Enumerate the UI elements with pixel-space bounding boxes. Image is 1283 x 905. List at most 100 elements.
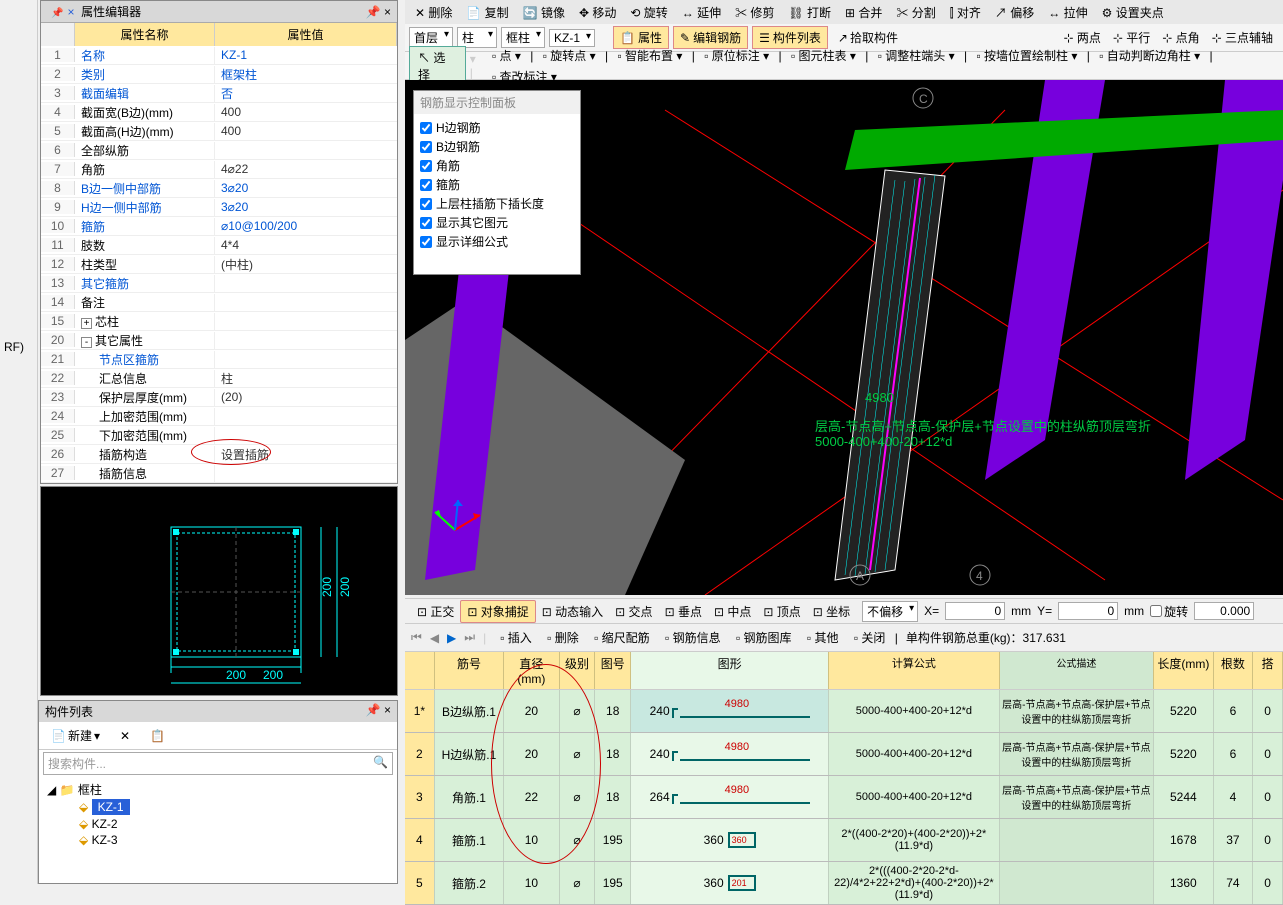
pin-icon-2[interactable]: 📌 xyxy=(366,5,381,19)
prop-row-10[interactable]: 10箍筋⌀10@100/200 xyxy=(41,217,397,236)
toolbar-分割[interactable]: ✂ 分割 xyxy=(890,2,941,23)
delete-component-button[interactable]: ✕ xyxy=(114,727,136,745)
prop-row-6[interactable]: 6全部纵筋 xyxy=(41,141,397,160)
prop-row-15[interactable]: 15+芯柱 xyxy=(41,312,397,331)
col-length[interactable]: 长度(mm) xyxy=(1154,652,1213,689)
prop-row-22[interactable]: 22汇总信息柱 xyxy=(41,369,397,388)
rebar-row-3[interactable]: 3角筋.122 ⌀18 2644980 5000-400+400-20+12*d… xyxy=(405,776,1283,819)
toolbar-对齐[interactable]: ⫿ 对齐 xyxy=(944,2,987,23)
viewport-3d[interactable]: C A 4 4980 层高-节点高+节点高-保护层+节点设置中的柱纵筋顶层弯折 … xyxy=(405,80,1283,595)
tb3-点[interactable]: ▫ 点 ▾ xyxy=(486,45,527,66)
prop-row-27[interactable]: 27插筋信息 xyxy=(41,464,397,483)
col-tuhao[interactable]: 图号 xyxy=(595,652,631,689)
prop-row-8[interactable]: 8B边一侧中部筋3⌀20 xyxy=(41,179,397,198)
x-input[interactable] xyxy=(945,602,1005,620)
pin-icon[interactable]: 📌 xyxy=(51,8,63,19)
snap-正交[interactable]: ⊡ 正交 xyxy=(411,601,460,622)
rec-插入[interactable]: ▫ 插入 xyxy=(494,627,538,648)
toolbar-移动[interactable]: ✥ 移动 xyxy=(573,2,622,23)
col-da[interactable]: 搭 xyxy=(1253,652,1283,689)
toolbar-延伸[interactable]: ↔ 延伸 xyxy=(676,2,727,23)
search-icon[interactable]: 🔍 xyxy=(373,755,388,769)
rec-缩尺配筋[interactable]: ▫ 缩尺配筋 xyxy=(588,627,656,648)
tree-root[interactable]: ◢ 📁 框柱 xyxy=(47,781,389,798)
prop-row-3[interactable]: 3截面编辑否 xyxy=(41,84,397,103)
rebar-opt[interactable]: 上层柱插筋下插长度 xyxy=(420,194,574,213)
prop-row-20[interactable]: 20-其它属性 xyxy=(41,331,397,350)
rebar-opt[interactable]: 显示详细公式 xyxy=(420,232,574,251)
prop-row-7[interactable]: 7角筋4⌀22 xyxy=(41,160,397,179)
tb3-调整柱端头[interactable]: ▫ 调整柱端头 ▾ xyxy=(872,45,961,66)
rec-关闭[interactable]: ▫ 关闭 xyxy=(848,627,892,648)
tb3-原位标注[interactable]: ▫ 原位标注 ▾ xyxy=(698,45,775,66)
toolbar-拉伸[interactable]: ↔ 拉伸 xyxy=(1042,2,1093,23)
toolbar-复制[interactable]: 📄 复制 xyxy=(460,2,514,23)
tree-item-kz2[interactable]: ⬙ KZ-2 xyxy=(63,816,389,832)
prev-icon[interactable]: ◀ xyxy=(430,631,439,645)
snap-垂点[interactable]: ⊡ 垂点 xyxy=(659,601,708,622)
snap-坐标[interactable]: ⊡ 坐标 xyxy=(807,601,856,622)
toolbar-合并[interactable]: ⊞ 合并 xyxy=(839,2,888,23)
tree-item-kz3[interactable]: ⬙ KZ-3 xyxy=(63,832,389,848)
last-icon[interactable]: ⏭ xyxy=(464,630,475,645)
rebar-row-2[interactable]: 2H边纵筋.120 ⌀18 2404980 5000-400+400-20+12… xyxy=(405,733,1283,776)
prop-row-13[interactable]: 13其它箍筋 xyxy=(41,274,397,293)
rebar-opt[interactable]: 显示其它图元 xyxy=(420,213,574,232)
col-desc[interactable]: 公式描述 xyxy=(1000,652,1155,689)
snap-顶点[interactable]: ⊡ 顶点 xyxy=(757,601,806,622)
play-icon[interactable]: ▶ xyxy=(447,631,456,645)
toolbar-镜像[interactable]: 🔄 镜像 xyxy=(517,2,571,23)
prop-row-24[interactable]: 24上加密范围(mm) xyxy=(41,407,397,426)
rebar-opt[interactable]: H边钢筋 xyxy=(420,118,574,137)
snap-动态输入[interactable]: ⊡ 动态输入 xyxy=(536,601,609,622)
prop-row-4[interactable]: 4截面宽(B边)(mm)400 xyxy=(41,103,397,122)
col-count[interactable]: 根数 xyxy=(1214,652,1254,689)
col-diameter[interactable]: 直径(mm) xyxy=(504,652,560,689)
col-name[interactable]: 筋号 xyxy=(435,652,504,689)
toolbar-设置夹点[interactable]: ⚙ 设置夹点 xyxy=(1096,2,1170,23)
tb3-智能布置[interactable]: ▫ 智能布置 ▾ xyxy=(611,45,688,66)
section-view[interactable]: 200 200 200 200 xyxy=(40,486,398,696)
offset-combo[interactable]: 不偏移 xyxy=(862,601,918,622)
snap-对象捕捉[interactable]: ⊡ 对象捕捉 xyxy=(460,600,535,623)
copy-component-button[interactable]: 📋 xyxy=(144,727,171,745)
prop-row-2[interactable]: 2类别框架柱 xyxy=(41,65,397,84)
tb3-旋转点[interactable]: ▫ 旋转点 ▾ xyxy=(537,45,602,66)
tb3-图元柱表[interactable]: ▫ 图元柱表 ▾ xyxy=(785,45,862,66)
rebar-opt[interactable]: B边钢筋 xyxy=(420,137,574,156)
prop-row-14[interactable]: 14备注 xyxy=(41,293,397,312)
close-icon[interactable]: × xyxy=(384,5,391,19)
rec-其他[interactable]: ▫ 其他 xyxy=(801,627,845,648)
prop-row-25[interactable]: 25下加密范围(mm) xyxy=(41,426,397,445)
snap-中点[interactable]: ⊡ 中点 xyxy=(708,601,757,622)
prop-row-9[interactable]: 9H边一侧中部筋3⌀20 xyxy=(41,198,397,217)
y-input[interactable] xyxy=(1058,602,1118,620)
search-input[interactable]: 搜索构件... 🔍 xyxy=(43,752,393,775)
new-component-button[interactable]: 📄 新建 ▾ xyxy=(45,725,106,746)
rebar-row-4[interactable]: 4箍筋.110 ⌀195 360360 2*((400-2*20)+(400-2… xyxy=(405,819,1283,862)
prop-row-12[interactable]: 12柱类型(中柱) xyxy=(41,255,397,274)
rec-钢筋图库[interactable]: ▫ 钢筋图库 xyxy=(730,627,798,648)
toolbar-偏移[interactable]: ↗ 偏移 xyxy=(989,2,1040,23)
rebar-opt[interactable]: 角筋 xyxy=(420,156,574,175)
tb3-按墙位置绘制柱[interactable]: ▫ 按墙位置绘制柱 ▾ xyxy=(970,45,1083,66)
snap-交点[interactable]: ⊡ 交点 xyxy=(609,601,658,622)
rotate-check[interactable]: 旋转 xyxy=(1150,603,1188,620)
col-level[interactable]: 级别 xyxy=(560,652,596,689)
rec-删除[interactable]: ▫ 删除 xyxy=(541,627,585,648)
pin-icon-3[interactable]: 📌 xyxy=(366,703,381,717)
toolbar-删除[interactable]: ✕ 删除 xyxy=(409,2,458,23)
tb3-自动判断边角柱[interactable]: ▫ 自动判断边角柱 ▾ xyxy=(1093,45,1206,66)
col-shape[interactable]: 图形 xyxy=(631,652,829,689)
close-icon-2[interactable]: × xyxy=(384,703,391,717)
component-list-title-bar[interactable]: 构件列表 📌 × xyxy=(39,701,397,722)
rebar-row-1*[interactable]: 1*B边纵筋.120 ⌀18 2404980 5000-400+400-20+1… xyxy=(405,690,1283,733)
prop-row-26[interactable]: 26插筋构造设置插筋 xyxy=(41,445,397,464)
tree-item-kz1[interactable]: KZ-1 xyxy=(92,799,130,815)
first-icon[interactable]: ⏮ xyxy=(411,630,422,645)
rebar-display-panel[interactable]: 钢筋显示控制面板 H边钢筋 B边钢筋 角筋 箍筋 上层柱插筋下插长度 显示其它图… xyxy=(413,90,581,275)
prop-row-23[interactable]: 23保护层厚度(mm)(20) xyxy=(41,388,397,407)
prop-row-21[interactable]: 21节点区箍筋 xyxy=(41,350,397,369)
prop-row-1[interactable]: 1名称KZ-1 xyxy=(41,46,397,65)
toolbar-打断[interactable]: ⛓ 打断 xyxy=(782,2,837,23)
